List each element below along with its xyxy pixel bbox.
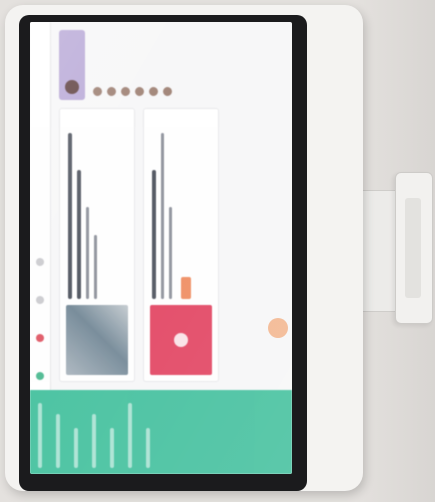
app-main — [30, 22, 292, 390]
card-text — [150, 115, 212, 299]
sidebar-item[interactable] — [128, 403, 132, 468]
app-ui — [30, 22, 292, 474]
card-cta-button[interactable] — [181, 277, 191, 299]
card-image — [66, 305, 128, 375]
sidebar-item[interactable] — [56, 414, 60, 468]
avatar[interactable] — [135, 87, 144, 96]
card-text — [66, 115, 128, 299]
card-image — [150, 305, 212, 375]
app-topbar — [30, 22, 51, 390]
avatar[interactable] — [149, 87, 158, 96]
card-body-line — [86, 207, 89, 299]
sidebar-item[interactable] — [146, 428, 150, 468]
wall-mount-slot — [405, 198, 421, 298]
card-body-line — [169, 207, 172, 299]
sidebar-item[interactable] — [74, 428, 78, 468]
card-body-line — [94, 234, 97, 299]
card-body-line — [161, 133, 164, 299]
app-content — [51, 22, 292, 390]
app-sidebar — [30, 390, 292, 474]
card-title-line — [68, 133, 72, 299]
contact-list — [93, 30, 172, 100]
avatar[interactable] — [163, 87, 172, 96]
avatar-icon[interactable] — [36, 258, 44, 266]
sidebar-item[interactable] — [110, 428, 114, 468]
message-icon[interactable] — [36, 296, 44, 304]
feed-card[interactable] — [143, 108, 219, 382]
card-title-line — [77, 170, 81, 299]
avatar[interactable] — [93, 87, 102, 96]
avatar[interactable] — [121, 87, 130, 96]
right-rail — [59, 30, 284, 100]
feed — [59, 108, 284, 382]
profile-card[interactable] — [59, 30, 85, 100]
floating-action-button[interactable] — [268, 318, 288, 338]
home-icon[interactable] — [36, 372, 44, 380]
avatar[interactable] — [107, 87, 116, 96]
feed-card[interactable] — [59, 108, 135, 382]
card-title-line — [152, 170, 156, 299]
sidebar-item[interactable] — [38, 403, 42, 468]
notification-icon[interactable] — [36, 334, 44, 342]
tablet-screen — [30, 22, 292, 474]
sidebar-item[interactable] — [92, 414, 96, 468]
